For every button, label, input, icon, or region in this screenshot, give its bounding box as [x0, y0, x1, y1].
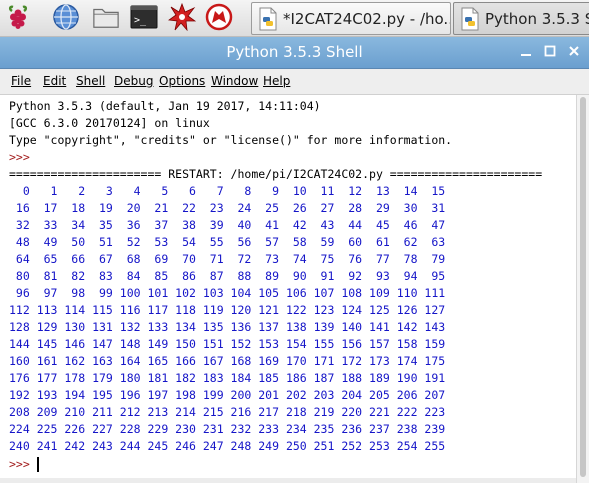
shell-header-line: Type "copyright", "credits" or "license(… — [9, 133, 453, 147]
menubar: File Edit Shell Debug Options Window Hel… — [0, 69, 589, 95]
window-title: Python 3.5.3 Shell — [226, 43, 363, 61]
output-row: 192 193 194 195 196 197 198 199 200 201 … — [9, 388, 446, 402]
close-icon[interactable] — [565, 42, 583, 60]
python-file-icon — [257, 7, 279, 31]
task-shell-window[interactable]: Python 3.5.3 S — [453, 2, 589, 35]
output-row: 144 145 146 147 148 149 150 151 152 153 … — [9, 337, 446, 351]
raspberry-menu-icon[interactable] — [4, 3, 32, 31]
output-row: 16 17 18 19 20 21 22 23 24 25 26 27 28 2… — [9, 201, 446, 215]
output-row: 0 1 2 3 4 5 6 7 8 9 10 11 12 13 14 15 — [9, 184, 446, 198]
shell-header-line: [GCC 6.3.0 20170124] on linux — [9, 116, 210, 130]
shell-prompt: >>> — [9, 150, 30, 164]
menu-shell[interactable]: Shell — [76, 74, 105, 88]
window-titlebar[interactable]: Python 3.5.3 Shell — [0, 37, 589, 69]
text-cursor — [37, 457, 39, 472]
file-manager-icon[interactable] — [92, 3, 120, 31]
bottom-edge — [0, 478, 576, 483]
output-row: 240 241 242 243 244 245 246 247 248 249 … — [9, 439, 446, 453]
menu-help[interactable]: Help — [263, 74, 290, 88]
task-label: Python 3.5.3 S — [485, 9, 589, 28]
taskbar: >_ *I2CAT24C02.py - /ho... Python 3.5.3 … — [0, 0, 589, 37]
shell-prompt-current: >>> — [9, 457, 30, 471]
output-row: 48 49 50 51 52 53 54 55 56 57 58 59 60 6… — [9, 235, 446, 249]
task-editor-window[interactable]: *I2CAT24C02.py - /ho... — [251, 2, 451, 35]
web-browser-icon[interactable] — [52, 3, 80, 31]
output-row: 128 129 130 131 132 133 134 135 136 137 … — [9, 320, 446, 334]
output-row: 80 81 82 83 84 85 86 87 88 89 90 91 92 9… — [9, 269, 446, 283]
menu-debug[interactable]: Debug — [114, 74, 153, 88]
vertical-scrollbar[interactable] — [576, 95, 589, 483]
maximize-icon[interactable] — [541, 42, 559, 60]
output-row: 96 97 98 99 100 101 102 103 104 105 106 … — [9, 286, 446, 300]
scrollbar-thumb[interactable] — [580, 97, 586, 477]
python-file-icon — [459, 7, 481, 31]
menu-window[interactable]: Window — [211, 74, 258, 88]
menu-options[interactable]: Options — [159, 74, 205, 88]
output-row: 176 177 178 179 180 181 182 183 184 185 … — [9, 371, 446, 385]
wolfram-icon[interactable] — [205, 3, 233, 31]
output-row: 224 225 226 227 228 229 230 231 232 233 … — [9, 422, 446, 436]
output-row: 208 209 210 211 212 213 214 215 216 217 … — [9, 405, 446, 419]
restart-banner: ====================== RESTART: /home/pi… — [9, 167, 543, 181]
shell-text-area[interactable]: Python 3.5.3 (default, Jan 19 2017, 14:1… — [6, 95, 571, 480]
output-row: 112 113 114 115 116 117 118 119 120 121 … — [9, 303, 446, 317]
minimize-icon[interactable] — [517, 42, 535, 60]
menu-file[interactable]: File — [11, 74, 31, 88]
menu-edit[interactable]: Edit — [43, 74, 66, 88]
svg-text:>_: >_ — [134, 15, 147, 26]
output-row: 160 161 162 163 164 165 166 167 168 169 … — [9, 354, 446, 368]
output-row: 32 33 34 35 36 37 38 39 40 41 42 43 44 4… — [9, 218, 446, 232]
math-splat-icon[interactable] — [168, 3, 196, 31]
shell-header-line: Python 3.5.3 (default, Jan 19 2017, 14:1… — [9, 99, 321, 113]
output-row: 64 65 66 67 68 69 70 71 72 73 74 75 76 7… — [9, 252, 446, 266]
terminal-icon[interactable]: >_ — [130, 3, 158, 31]
task-label: *I2CAT24C02.py - /ho... — [283, 9, 451, 28]
